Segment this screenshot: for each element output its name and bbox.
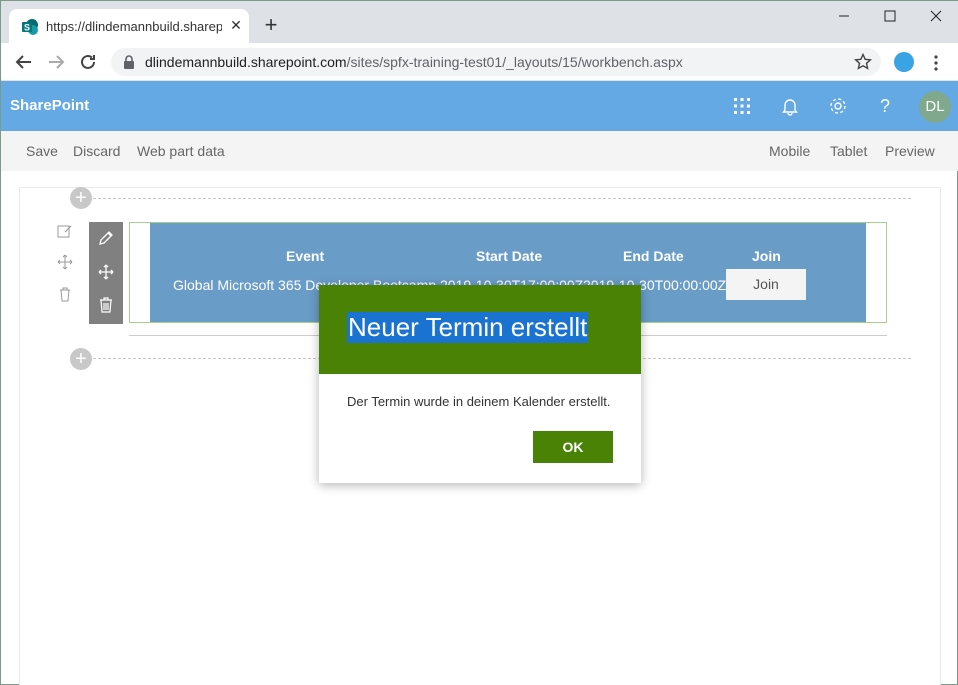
confirmation-dialog: Neuer Termin erstellt Der Termin wurde i… xyxy=(319,285,641,483)
sharepoint-suitebar: SharePoint ? DL xyxy=(1,81,958,131)
help-icon[interactable]: ? xyxy=(875,96,895,116)
user-avatar[interactable]: DL xyxy=(919,91,951,123)
section-divider-top xyxy=(93,198,911,199)
svg-text:S: S xyxy=(24,23,30,33)
web-part-data-button[interactable]: Web part data xyxy=(137,143,225,159)
column-header-start-date: Start Date xyxy=(476,248,543,264)
svg-text:?: ? xyxy=(880,96,890,116)
move-section-icon[interactable] xyxy=(57,254,73,270)
maximize-icon[interactable] xyxy=(867,5,913,27)
reload-icon[interactable] xyxy=(77,51,99,73)
delete-webpart-icon[interactable] xyxy=(97,296,115,314)
dialog-header: Neuer Termin erstellt xyxy=(319,285,641,374)
bookmark-star-icon[interactable] xyxy=(854,53,872,71)
add-section-top-icon[interactable]: + xyxy=(70,187,92,209)
column-header-event: Event xyxy=(286,248,325,264)
dialog-title: Neuer Termin erstellt xyxy=(347,312,589,343)
discard-button[interactable]: Discard xyxy=(73,143,120,159)
browser-toolbar: dlindemannbuild.sharepoint.com/sites/spf… xyxy=(1,43,958,81)
url-host: dlindemannbuild.sharepoint.com xyxy=(145,54,347,70)
extension-icon[interactable] xyxy=(894,52,914,72)
tab-title: https://dlindemannbuild.sharepo xyxy=(46,19,222,34)
window-close-icon[interactable] xyxy=(913,5,958,27)
tablet-preview-button[interactable]: Tablet xyxy=(830,143,867,159)
notifications-bell-icon[interactable] xyxy=(780,96,800,116)
join-button[interactable]: Join xyxy=(726,269,806,300)
lock-icon xyxy=(124,55,134,69)
mobile-preview-button[interactable]: Mobile xyxy=(769,143,810,159)
workbench-commandbar: Save Discard Web part data Mobile Tablet… xyxy=(1,131,958,171)
column-header-end-date: End Date xyxy=(623,248,684,264)
webpart-toolbar xyxy=(89,222,123,324)
dialog-message: Der Termin wurde in deinem Kalender erst… xyxy=(347,394,611,409)
url-text: dlindemannbuild.sharepoint.com/sites/spf… xyxy=(145,54,683,70)
back-arrow-icon[interactable] xyxy=(13,51,35,73)
move-webpart-icon[interactable] xyxy=(97,263,115,281)
save-button[interactable]: Save xyxy=(26,143,58,159)
tab-close-icon[interactable]: ✕ xyxy=(227,16,245,34)
browser-tab[interactable]: S https://dlindemannbuild.sharepo ✕ xyxy=(9,9,249,43)
settings-gear-icon[interactable] xyxy=(828,96,848,116)
sharepoint-title[interactable]: SharePoint xyxy=(10,97,89,114)
column-header-join: Join xyxy=(752,248,781,264)
app-launcher-icon[interactable] xyxy=(732,96,752,116)
browser-menu-icon[interactable] xyxy=(929,53,943,73)
add-section-bottom-icon[interactable]: + xyxy=(70,348,92,370)
edit-section-icon[interactable] xyxy=(57,223,73,239)
sharepoint-favicon-icon: S xyxy=(22,19,38,35)
minimize-icon[interactable] xyxy=(821,5,867,27)
delete-section-icon[interactable] xyxy=(57,286,73,302)
edit-webpart-pencil-icon[interactable] xyxy=(97,229,115,247)
url-path: /sites/spfx-training-test01/_layouts/15/… xyxy=(346,54,683,70)
forward-arrow-icon[interactable] xyxy=(45,51,67,73)
preview-button[interactable]: Preview xyxy=(885,143,935,159)
new-tab-icon[interactable]: + xyxy=(261,14,281,36)
ok-button[interactable]: OK xyxy=(533,431,613,463)
browser-tabbar: S https://dlindemannbuild.sharepo ✕ + xyxy=(1,1,958,43)
address-bar[interactable]: dlindemannbuild.sharepoint.com/sites/spf… xyxy=(111,48,881,76)
